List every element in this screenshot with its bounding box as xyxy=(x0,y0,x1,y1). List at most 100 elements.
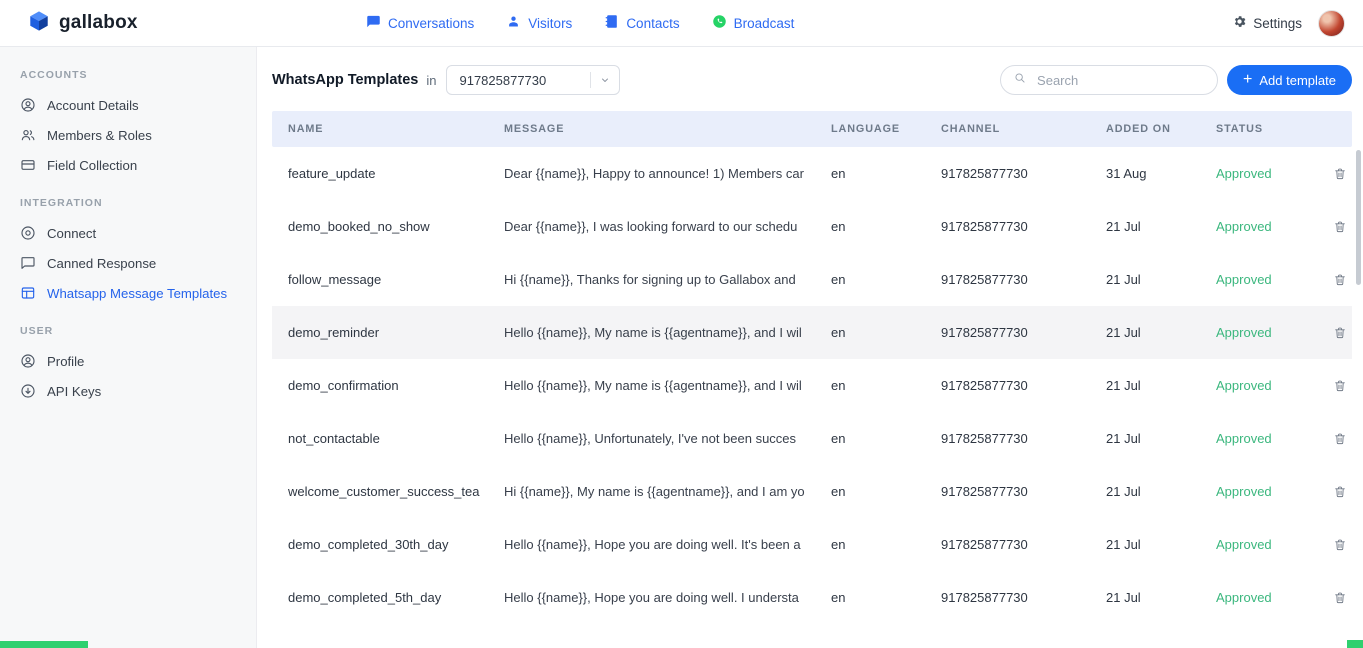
template-added-on: 21 Jul xyxy=(1106,537,1141,552)
template-channel: 917825877730 xyxy=(941,378,1028,393)
search-input[interactable] xyxy=(1035,71,1206,89)
table-row[interactable]: demo_reminder Hello {{name}}, My name is… xyxy=(272,306,1352,359)
nav-label: Broadcast xyxy=(733,15,795,31)
table-row[interactable]: follow_message Hi {{name}}, Thanks for s… xyxy=(272,253,1352,306)
sidebar-item-label: Members & Roles xyxy=(47,127,152,143)
column-header-status: STATUS xyxy=(1216,123,1263,135)
nav-broadcast[interactable]: Broadcast xyxy=(712,14,795,32)
nav-visitors[interactable]: Visitors xyxy=(506,14,572,32)
template-added-on: 21 Jul xyxy=(1106,272,1141,287)
user-circle-icon xyxy=(21,354,35,368)
whatsapp-icon xyxy=(712,14,727,32)
green-strip-right xyxy=(1347,640,1363,648)
delete-button[interactable] xyxy=(1331,324,1349,342)
status-badge: Approved xyxy=(1216,431,1272,446)
settings-button[interactable]: Settings xyxy=(1232,14,1302,32)
status-badge: Approved xyxy=(1216,166,1272,181)
plus-icon: + xyxy=(1243,70,1253,88)
sidebar-item-label: Canned Response xyxy=(47,255,157,271)
table-row[interactable]: not_contactable Hello {{name}}, Unfortun… xyxy=(272,412,1352,465)
column-header-name: NAME xyxy=(288,123,324,135)
template-name: follow_message xyxy=(288,272,382,287)
template-added-on: 21 Jul xyxy=(1106,484,1141,499)
template-name: demo_completed_5th_day xyxy=(288,590,442,605)
template-language: en xyxy=(831,166,846,181)
template-name: not_contactable xyxy=(288,431,380,446)
delete-button[interactable] xyxy=(1331,218,1349,236)
settings-label: Settings xyxy=(1253,15,1302,31)
template-name: feature_update xyxy=(288,166,376,181)
members-icon xyxy=(21,129,35,141)
section-title-integration: INTEGRATION xyxy=(20,197,103,209)
status-badge: Approved xyxy=(1216,378,1272,393)
sidebar-item-api-keys[interactable]: API Keys xyxy=(0,376,256,406)
delete-button[interactable] xyxy=(1331,165,1349,183)
template-added-on: 21 Jul xyxy=(1106,378,1141,393)
template-name: demo_completed_30th_day xyxy=(288,537,449,552)
trash-icon xyxy=(1335,327,1345,338)
template-channel: 917825877730 xyxy=(941,590,1028,605)
avatar[interactable] xyxy=(1318,9,1345,37)
template-name: demo_confirmation xyxy=(288,378,399,393)
sidebar: ACCOUNTS Account Details Members & Roles… xyxy=(0,47,257,648)
trash-icon xyxy=(1335,539,1345,550)
template-language: en xyxy=(831,272,846,287)
green-strip-left xyxy=(0,641,88,648)
delete-button[interactable] xyxy=(1331,430,1349,448)
template-language: en xyxy=(831,484,846,499)
delete-button[interactable] xyxy=(1331,271,1349,289)
contacts-book-icon xyxy=(604,14,619,32)
table-row[interactable]: demo_completed_5th_day Hello {{name}}, H… xyxy=(272,571,1352,624)
scrollbar-thumb[interactable] xyxy=(1356,150,1361,285)
card-icon xyxy=(21,160,35,170)
delete-button[interactable] xyxy=(1331,483,1349,501)
channel-selector[interactable]: 917825877730 xyxy=(446,65,621,95)
nav-conversations[interactable]: Conversations xyxy=(366,14,474,32)
top-bar: gallabox Conversations Visitors Contacts… xyxy=(0,0,1363,47)
sidebar-item-field-collection[interactable]: Field Collection xyxy=(0,150,256,180)
table-row[interactable]: demo_booked_no_show Dear {{name}}, I was… xyxy=(272,200,1352,253)
sidebar-item-account-details[interactable]: Account Details xyxy=(0,90,256,120)
column-header-added-on: ADDED ON xyxy=(1106,123,1171,135)
status-badge: Approved xyxy=(1216,537,1272,552)
sidebar-item-canned-response[interactable]: Canned Response xyxy=(0,248,256,278)
nav-contacts[interactable]: Contacts xyxy=(604,14,680,32)
nav-label: Visitors xyxy=(528,15,573,31)
section-title-user: USER xyxy=(20,325,54,337)
trash-icon xyxy=(1335,380,1345,391)
template-added-on: 21 Jul xyxy=(1106,325,1141,340)
column-header-message: MESSAGE xyxy=(504,123,565,135)
trash-icon xyxy=(1335,274,1345,285)
top-right-area: Settings xyxy=(1232,9,1345,37)
table-row[interactable]: welcome_customer_success_tea Hi {{name}}… xyxy=(272,465,1352,518)
search-box[interactable] xyxy=(1000,65,1219,95)
sidebar-item-label: API Keys xyxy=(47,383,102,399)
delete-button[interactable] xyxy=(1331,377,1349,395)
delete-button[interactable] xyxy=(1331,536,1349,554)
logo[interactable]: gallabox xyxy=(28,10,328,37)
template-message: Hi {{name}}, My name is {{agentname}}, a… xyxy=(504,484,805,499)
column-header-language: LANGUAGE xyxy=(831,123,900,135)
trash-icon xyxy=(1335,592,1345,603)
gear-icon xyxy=(1232,14,1247,32)
section-title-accounts: ACCOUNTS xyxy=(20,69,88,81)
delete-button[interactable] xyxy=(1331,589,1349,607)
sidebar-item-whatsapp-message-templates[interactable]: Whatsapp Message Templates xyxy=(0,278,256,308)
search-icon xyxy=(1013,71,1027,90)
table-row[interactable]: demo_completed_30th_day Hello {{name}}, … xyxy=(272,518,1352,571)
template-message: Hello {{name}}, Hope you are doing well.… xyxy=(504,537,801,552)
sidebar-item-profile[interactable]: Profile xyxy=(0,346,256,376)
template-language: en xyxy=(831,590,846,605)
table-row[interactable]: demo_confirmation Hello {{name}}, My nam… xyxy=(272,359,1352,412)
nav-label: Conversations xyxy=(388,15,475,31)
template-language: en xyxy=(831,378,846,393)
nav-label: Contacts xyxy=(626,15,680,31)
sidebar-item-label: Whatsapp Message Templates xyxy=(47,285,228,301)
column-header-channel: CHANNEL xyxy=(941,123,1001,135)
templates-table: NAME MESSAGE LANGUAGE CHANNEL ADDED ON S… xyxy=(272,111,1352,624)
chevron-down-icon[interactable] xyxy=(591,74,619,86)
sidebar-item-members-roles[interactable]: Members & Roles xyxy=(0,120,256,150)
add-template-button[interactable]: + Add template xyxy=(1227,65,1352,95)
table-row[interactable]: feature_update Dear {{name}}, Happy to a… xyxy=(272,147,1352,200)
sidebar-item-connect[interactable]: Connect xyxy=(0,218,256,248)
